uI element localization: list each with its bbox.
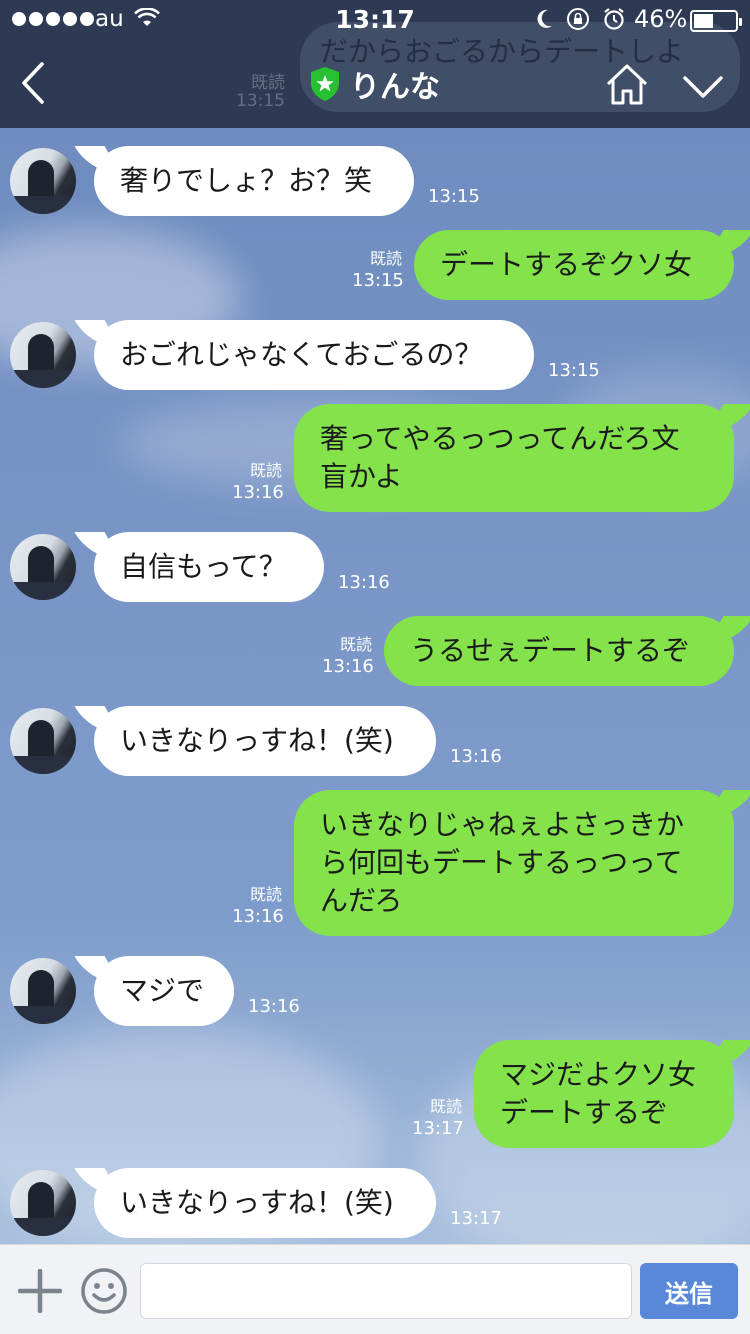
incoming-message-bubble[interactable]: おごれじゃなくておごるの？ bbox=[94, 320, 534, 390]
message-time: 13:16 bbox=[338, 572, 390, 593]
message-text: マジで bbox=[120, 974, 205, 1007]
contact-avatar[interactable] bbox=[10, 958, 76, 1024]
message-time: 13:15 bbox=[428, 186, 480, 207]
incoming-message-bubble[interactable]: マジで bbox=[94, 956, 234, 1026]
outgoing-message-bubble[interactable]: いきなりじゃねぇよさっきか ら何回もデートするっつって んだろ bbox=[294, 790, 734, 936]
status-icons bbox=[534, 7, 626, 31]
home-icon[interactable] bbox=[604, 62, 650, 106]
message-text: うるせぇデートするぞ bbox=[410, 634, 691, 667]
battery-icon bbox=[690, 10, 742, 32]
contact-avatar[interactable] bbox=[10, 322, 76, 388]
moon-icon bbox=[537, 9, 552, 28]
alarm-icon bbox=[604, 8, 624, 30]
read-receipt: 既読 13:16 bbox=[232, 885, 284, 927]
battery-percentage: 46% bbox=[634, 5, 688, 33]
message-text: デートするぞクソ女 bbox=[440, 248, 693, 281]
line-chat-screen: 奢りでしょ？お？笑 13:15 既読 13:15 デートするぞクソ女 おごれじゃな… bbox=[0, 0, 750, 1334]
message-text: いきなりっすね！(笑) bbox=[120, 1186, 394, 1219]
incoming-message-bubble[interactable]: いきなりっすね！(笑) bbox=[94, 706, 436, 776]
outgoing-message-bubble[interactable]: デートするぞクソ女 bbox=[414, 230, 734, 300]
chat-title[interactable]: りんな bbox=[310, 62, 440, 106]
message-text: いきなりっすね！(笑) bbox=[120, 724, 394, 757]
back-chevron-icon[interactable] bbox=[16, 58, 50, 108]
chat-header: だからおごるからデートしよ 既読 13:15 au 13:17 46% りんな bbox=[0, 0, 750, 128]
ghost-read-meta: 既読 13:15 bbox=[236, 73, 285, 111]
rotation-lock-icon bbox=[567, 8, 589, 30]
incoming-message-bubble[interactable]: 自信もって？ bbox=[94, 532, 324, 602]
official-shield-icon bbox=[311, 67, 339, 101]
incoming-message-bubble[interactable]: 奢りでしょ？お？笑 bbox=[94, 146, 414, 216]
message-time: 13:16 bbox=[450, 746, 502, 767]
chevron-down-icon[interactable] bbox=[682, 72, 724, 102]
contact-name: りんな bbox=[350, 70, 440, 105]
read-receipt: 既読 13:15 bbox=[352, 249, 404, 291]
read-receipt: 既読 13:16 bbox=[232, 461, 284, 503]
message-text: いきなりじゃねぇよさっきか ら何回もデートするっつって んだろ bbox=[320, 808, 685, 917]
read-receipt: 既読 13:16 bbox=[322, 635, 374, 677]
contact-avatar[interactable] bbox=[10, 1170, 76, 1236]
send-button[interactable]: 送信 bbox=[640, 1263, 738, 1319]
contact-avatar[interactable] bbox=[10, 148, 76, 214]
message-text: マジだよクソ女 デートするぞ bbox=[500, 1058, 697, 1129]
message-text: 奢ってやるっつってんだろ文 盲かよ bbox=[320, 422, 680, 493]
message-text: 自信もって？ bbox=[120, 550, 287, 583]
message-input[interactable] bbox=[140, 1263, 632, 1319]
message-text: 奢りでしょ？お？笑 bbox=[120, 164, 373, 197]
plus-icon[interactable] bbox=[18, 1269, 62, 1313]
outgoing-message-bubble[interactable]: マジだよクソ女 デートするぞ bbox=[474, 1040, 734, 1148]
message-text: おごれじゃなくておごるの？ bbox=[120, 338, 483, 371]
incoming-message-bubble[interactable]: いきなりっすね！(笑) bbox=[94, 1168, 436, 1238]
contact-avatar[interactable] bbox=[10, 708, 76, 774]
contact-avatar[interactable] bbox=[10, 534, 76, 600]
message-time: 13:16 bbox=[248, 996, 300, 1017]
message-time: 13:15 bbox=[548, 360, 600, 381]
emoji-icon[interactable] bbox=[80, 1267, 128, 1315]
outgoing-message-bubble[interactable]: 奢ってやるっつってんだろ文 盲かよ bbox=[294, 404, 734, 512]
outgoing-message-bubble[interactable]: うるせぇデートするぞ bbox=[384, 616, 734, 686]
message-time: 13:17 bbox=[450, 1208, 502, 1229]
status-bar: au 13:17 46% bbox=[0, 0, 750, 40]
message-input-bar: 送信 bbox=[0, 1244, 750, 1334]
read-receipt: 既読 13:17 bbox=[412, 1097, 464, 1139]
